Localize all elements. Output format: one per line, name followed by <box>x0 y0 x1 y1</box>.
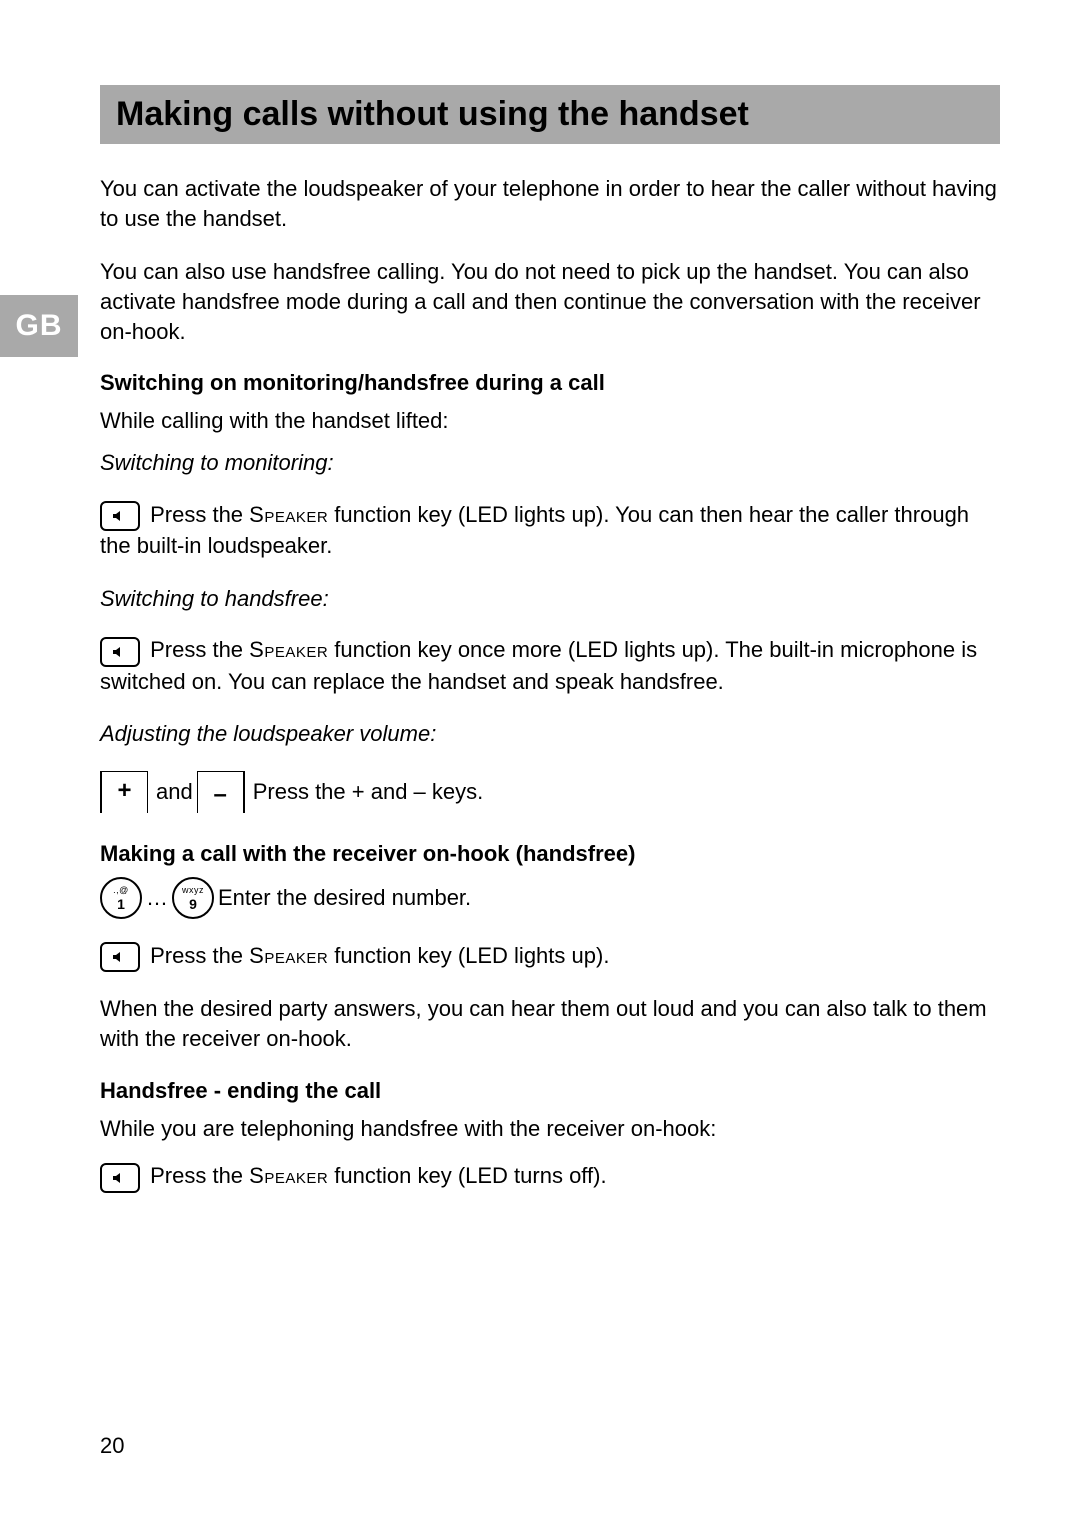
end-call-line: While you are telephoning handsfree with… <box>100 1114 1000 1144</box>
intro-paragraph-2: You can also use handsfree calling. You … <box>100 257 1000 346</box>
subheading-monitoring: Switching to monitoring: <box>100 448 1000 478</box>
numkey-9-icon: wxyz 9 <box>172 877 214 919</box>
onhook-instr-key: Speaker <box>249 943 328 968</box>
onhook-instr-pre: Press the <box>144 943 249 968</box>
num-ellipsis: … <box>146 883 168 914</box>
heading-end-call: Handsfree - ending the call <box>100 1078 1000 1104</box>
intro-paragraph-1: You can activate the loudspeaker of your… <box>100 174 1000 233</box>
heading-onhook-call: Making a call with the receiver on-hook … <box>100 841 1000 867</box>
heading-monitoring-handsfree: Switching on monitoring/handsfree during… <box>100 370 1000 396</box>
text-while-calling: While calling with the handset lifted: <box>100 406 1000 436</box>
onhook-instr-post: function key (LED lights up). <box>328 943 609 968</box>
instr2-key: Speaker <box>249 637 328 662</box>
enter-number-text: Enter the desired number. <box>218 883 471 914</box>
instr2-pre: Press the <box>144 637 249 662</box>
volume-text: Press the + and – keys. <box>253 777 484 808</box>
instruction-monitoring: Press the Speaker function key (LED ligh… <box>100 500 1000 562</box>
page-title: Making calls without using the handset <box>100 85 1000 144</box>
instr1-key: Speaker <box>249 502 328 527</box>
numkey-1-bot: 1 <box>117 897 125 911</box>
minus-key-icon: – <box>197 771 245 813</box>
speaker-key-icon <box>100 1163 140 1193</box>
instruction-end-call: Press the Speaker function key (LED turn… <box>100 1161 1000 1192</box>
speaker-key-icon <box>100 942 140 972</box>
subheading-volume: Adjusting the loudspeaker volume: <box>100 719 1000 749</box>
subheading-handsfree: Switching to handsfree: <box>100 584 1000 614</box>
numkey-9-bot: 9 <box>189 897 197 911</box>
numkey-1-top: .,@ <box>113 886 129 895</box>
numkey-1-icon: .,@ 1 <box>100 877 142 919</box>
instr1-pre: Press the <box>144 502 249 527</box>
page-number: 20 <box>100 1433 124 1459</box>
end-instr-post: function key (LED turns off). <box>328 1163 606 1188</box>
end-instr-key: Speaker <box>249 1163 328 1188</box>
numkey-9-top: wxyz <box>182 886 204 895</box>
instruction-press-speaker-onhook: Press the Speaker function key (LED ligh… <box>100 941 1000 972</box>
volume-and: and <box>156 777 193 808</box>
end-instr-pre: Press the <box>144 1163 249 1188</box>
onhook-result: When the desired party answers, you can … <box>100 994 1000 1053</box>
speaker-key-icon <box>100 501 140 531</box>
plus-key-icon: + <box>100 771 148 813</box>
sidebar-language-tab: GB <box>0 295 78 357</box>
instruction-enter-number: .,@ 1 … wxyz 9 Enter the desired number. <box>100 877 1000 919</box>
speaker-key-icon <box>100 637 140 667</box>
instruction-volume: + and – Press the + and – keys. <box>100 771 1000 813</box>
instruction-handsfree: Press the Speaker function key once more… <box>100 635 1000 697</box>
